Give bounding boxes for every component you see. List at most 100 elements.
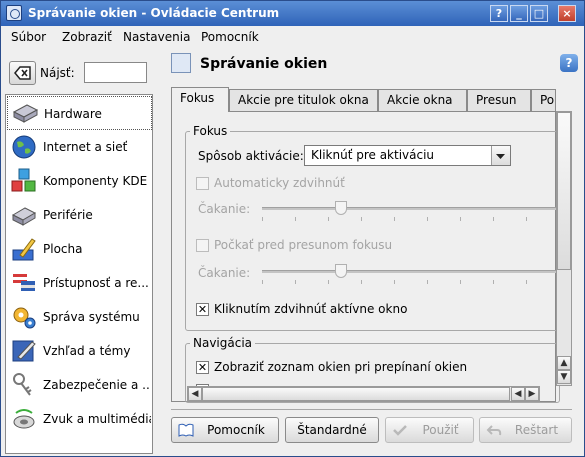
apply-button-label: Použiť [422,423,459,437]
scroll-left-button[interactable]: ◀ [188,387,202,401]
slider-tick [328,217,329,221]
help-title-button[interactable]: ? [490,5,508,22]
sidebar-item-hardware[interactable]: Hardware [7,96,152,130]
click-raise-label: Kliknutím zdvihnúť aktívne okno [214,302,408,316]
sidebar-item-label: Zvuk a multimédiá [43,412,151,426]
sidebar-item-label: Plocha [43,242,83,256]
minimize-button[interactable]: _ [510,5,528,22]
menu-help[interactable]: Pomocník [201,30,259,44]
slider-tick [526,217,527,221]
sidebar-item-security[interactable]: Zabezpečenie a ... [7,368,152,402]
category-list: Hardware Internet a sieť Komponenty KDE [5,94,153,454]
help-icon[interactable]: ? [560,54,578,72]
tab-more[interactable]: Po [531,89,556,111]
reset-button-label: Reštart [514,423,559,437]
scroll-down-button[interactable]: ▼ [557,370,571,384]
app-icon[interactable] [6,5,22,21]
slider-tick [295,280,296,284]
menu-settings[interactable]: Nastavenia [123,30,190,44]
activation-select-value: Kliknúť pre aktiváciu [311,148,435,162]
delay-label-1: Čakanie: [198,202,251,216]
slider-tick [262,280,263,284]
click-raise-checkbox[interactable]: ✕ [196,303,209,316]
auto-raise-label: Automaticky zdvihnúť [214,176,345,190]
vertical-scroll-thumb[interactable] [557,112,571,270]
title-bar[interactable]: Správanie okien - Ovládacie Centrum ? _ … [1,1,584,26]
horizontal-scroll-thumb[interactable] [202,387,510,401]
close-button[interactable]: × [558,5,576,22]
menu-file[interactable]: Súbor [11,30,46,44]
slider-tick [460,280,461,284]
clear-left-icon [14,66,31,80]
book-icon [178,423,194,437]
sidebar-item-label: Periférie [43,208,93,222]
defaults-button[interactable]: Štandardné [285,417,379,443]
sidebar-item-label: Správa systému [43,310,140,324]
separator [171,409,572,410]
components-icon [11,168,36,192]
sidebar-item-system-admin[interactable]: Správa systému [7,300,152,334]
sound-icon [13,409,35,429]
horizontal-scrollbar[interactable]: ◀ ◀ ▶ [187,386,540,402]
delay-slider-2[interactable] [262,270,556,273]
sidebar-item-appearance[interactable]: Vzhľad a témy [7,334,152,368]
help-button[interactable]: Pomocník [171,417,279,443]
menu-view[interactable]: Zobraziť [62,30,112,44]
slider-tick [394,217,395,221]
scroll-left-button-2[interactable]: ◀ [511,387,525,401]
sidebar-item-label: Prístupnosť a re... [43,276,149,290]
gears-icon [13,307,36,329]
accessibility-icon [13,274,35,291]
slider-tick [361,217,362,221]
sidebar-item-label: Zabezpečenie a ... [43,378,151,392]
hardware-icon [12,104,39,123]
slider-tick [493,280,494,284]
tab-window-actions[interactable]: Akcie okna [378,89,467,111]
window-behavior-icon [171,53,191,73]
show-list-label: Zobraziť zoznam okien pri prepínaní okie… [214,360,468,374]
sidebar-item-label: Hardware [44,107,102,121]
page-title: Správanie okien [200,56,328,72]
help-button-label: Pomocník [207,423,265,437]
reset-button[interactable]: Reštart [479,417,572,443]
check-icon [393,425,407,436]
auto-raise-checkbox[interactable] [196,177,209,190]
tab-moving[interactable]: Presun [467,89,531,111]
tab-focus[interactable]: Fokus [171,87,229,112]
delay-label-2: Čakanie: [198,266,251,280]
activation-select[interactable]: Kliknúť pre aktiváciu [304,145,511,166]
slider-tick [427,217,428,221]
clear-search-button[interactable] [9,61,36,85]
delay-focus-checkbox[interactable] [196,239,209,252]
sidebar-item-desktop[interactable]: Plocha [7,232,152,266]
sidebar-item-kde-components[interactable]: Komponenty KDE [7,164,152,198]
scroll-right-button[interactable]: ▶ [525,387,539,401]
slider-tick [526,280,527,284]
tab-titlebar-actions[interactable]: Akcie pre titulok okna [229,89,378,111]
sidebar-item-peripherals[interactable]: Periférie [7,198,152,232]
delay-slider-2-handle[interactable] [335,264,348,278]
slider-tick [460,217,461,221]
vertical-scrollbar[interactable]: ▲ ▼ [556,111,572,386]
apply-button[interactable]: Použiť [385,417,474,443]
slider-tick [427,280,428,284]
scroll-up-button[interactable]: ▲ [557,356,571,370]
delay-focus-label: Počkať pred presunom fokusu [214,238,393,252]
show-list-checkbox[interactable]: ✕ [196,361,209,374]
sidebar-item-label: Komponenty KDE [43,174,148,188]
delay-slider-1-handle[interactable] [335,201,348,215]
sidebar-item-accessibility[interactable]: Prístupnosť a re... [7,266,152,300]
search-label: Nájsť: [40,66,75,80]
sidebar-item-sound[interactable]: Zvuk a multimédiá [7,402,152,436]
slider-tick [361,280,362,284]
chevron-down-icon [491,146,510,165]
sidebar-item-internet[interactable]: Internet a sieť [7,130,152,164]
globe-icon [12,135,36,159]
activation-label: Spôsob aktivácie: [198,149,304,163]
search-input[interactable] [84,62,147,83]
window-title: Správanie okien - Ovládacie Centrum [28,6,280,20]
sidebar-item-label: Internet a sieť [43,140,128,154]
maximize-button[interactable]: □ [530,5,548,22]
delay-slider-1[interactable] [262,207,556,210]
slider-tick [328,280,329,284]
